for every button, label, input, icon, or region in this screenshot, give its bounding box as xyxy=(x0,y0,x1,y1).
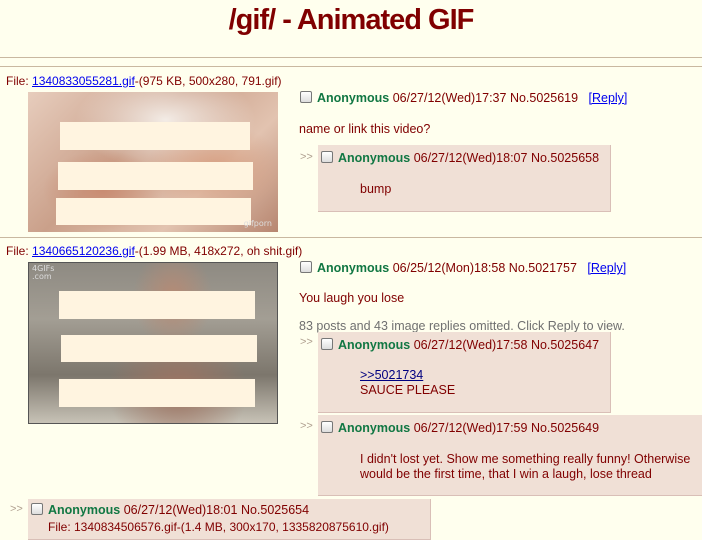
thread-divider xyxy=(0,237,702,238)
post-message: would be the first time, that I win a la… xyxy=(360,467,652,481)
post-message: SAUCE PLEASE xyxy=(360,383,456,397)
post-checkbox[interactable] xyxy=(300,91,312,103)
post-number[interactable]: No.5025658 xyxy=(531,151,599,165)
file-prefix: File: xyxy=(6,244,33,258)
divider xyxy=(0,57,702,58)
poster-name: Anonymous xyxy=(338,151,411,165)
reply-post: Anonymous 06/27/12(Wed)17:59 No.5025649 … xyxy=(318,415,702,496)
post-datetime: 06/27/12(Wed)17:37 xyxy=(392,91,507,105)
poster-name: Anonymous xyxy=(317,261,390,275)
post-checkbox[interactable] xyxy=(321,151,333,163)
op-post-header: Anonymous 06/25/12(Mon)18:58 No.5021757 … xyxy=(300,261,626,275)
file-info: File: 1340665120236.gif-(1.99 MB, 418x27… xyxy=(6,244,302,258)
quote-link[interactable]: >>5021734 xyxy=(360,368,423,382)
reply-post: Anonymous 06/27/12(Wed)17:58 No.5025647 … xyxy=(318,332,611,413)
post-datetime: 06/27/12(Wed)18:07 xyxy=(413,151,528,165)
censor-box xyxy=(58,162,253,190)
file-link[interactable]: 1340833055281.gif xyxy=(32,74,135,88)
censor-box xyxy=(61,335,257,362)
reply-link[interactable]: [Reply] xyxy=(587,261,626,275)
post-message: You laugh you lose xyxy=(299,291,405,305)
post-number[interactable]: No.5025647 xyxy=(531,338,599,352)
censor-box xyxy=(59,291,255,319)
post-number[interactable]: No.5025649 xyxy=(531,421,599,435)
poster-name: Anonymous xyxy=(48,503,121,517)
poster-name: Anonymous xyxy=(317,91,390,105)
post-datetime: 06/27/12(Wed)18:01 xyxy=(123,503,238,517)
post-message: name or link this video? xyxy=(299,122,431,136)
post-number[interactable]: No.5021757 xyxy=(509,261,577,275)
post-checkbox[interactable] xyxy=(321,421,333,433)
reply-post: Anonymous 06/27/12(Wed)18:01 No.5025654 … xyxy=(28,499,431,540)
censor-box xyxy=(56,198,251,225)
thread-thumbnail[interactable]: 4GIFs .com xyxy=(28,262,278,424)
file-prefix: File: xyxy=(6,74,33,88)
reply-header: Anonymous 06/27/12(Wed)18:07 No.5025658 xyxy=(321,151,599,165)
reply-header: Anonymous 06/27/12(Wed)17:59 No.5025649 xyxy=(321,421,599,435)
omitted-notice: 83 posts and 43 image replies omitted. C… xyxy=(299,319,625,333)
thumb-watermark: gifporn xyxy=(243,219,272,228)
reply-header: Anonymous 06/27/12(Wed)18:01 No.5025654 xyxy=(31,503,309,517)
op-post-header: Anonymous 06/27/12(Wed)17:37 No.5025619 … xyxy=(300,91,627,105)
post-number[interactable]: No.5025619 xyxy=(510,91,578,105)
post-datetime: 06/27/12(Wed)17:58 xyxy=(413,338,528,352)
post-datetime: 06/25/12(Mon)18:58 xyxy=(392,261,506,275)
reply-header: Anonymous 06/27/12(Wed)17:58 No.5025647 xyxy=(321,338,599,352)
reply-arrows: >> xyxy=(300,336,313,348)
censor-box xyxy=(59,379,255,407)
file-info: File: 1340833055281.gif-(975 KB, 500x280… xyxy=(6,74,282,88)
reply-arrows: >> xyxy=(300,420,313,432)
thumb-watermark: 4GIFs .com xyxy=(32,264,55,281)
post-checkbox[interactable] xyxy=(300,261,312,273)
post-datetime: 06/27/12(Wed)17:59 xyxy=(413,421,528,435)
file-details: -(975 KB, 500x280, 791.gif) xyxy=(134,74,282,88)
censor-box xyxy=(60,122,250,150)
post-number[interactable]: No.5025654 xyxy=(241,503,309,517)
file-info-partial: File: 1340834506576.gif-(1.4 MB, 300x170… xyxy=(48,520,389,534)
poster-name: Anonymous xyxy=(338,338,411,352)
post-checkbox[interactable] xyxy=(321,338,333,350)
poster-name: Anonymous xyxy=(338,421,411,435)
post-message: I didn't lost yet. Show me something rea… xyxy=(360,452,691,466)
post-checkbox[interactable] xyxy=(31,503,43,515)
file-link[interactable]: 1340665120236.gif xyxy=(32,244,135,258)
thread-thumbnail[interactable]: gifporn xyxy=(28,92,278,232)
reply-arrows: >> xyxy=(10,503,23,515)
reply-post: Anonymous 06/27/12(Wed)18:07 No.5025658 … xyxy=(318,145,611,212)
divider xyxy=(0,66,702,67)
reply-link[interactable]: [Reply] xyxy=(589,91,628,105)
reply-arrows: >> xyxy=(300,151,313,163)
file-details: -(1.99 MB, 418x272, oh shit.gif) xyxy=(134,244,303,258)
post-message: bump xyxy=(360,182,392,196)
board-title: /gif/ - Animated GIF xyxy=(228,4,475,36)
